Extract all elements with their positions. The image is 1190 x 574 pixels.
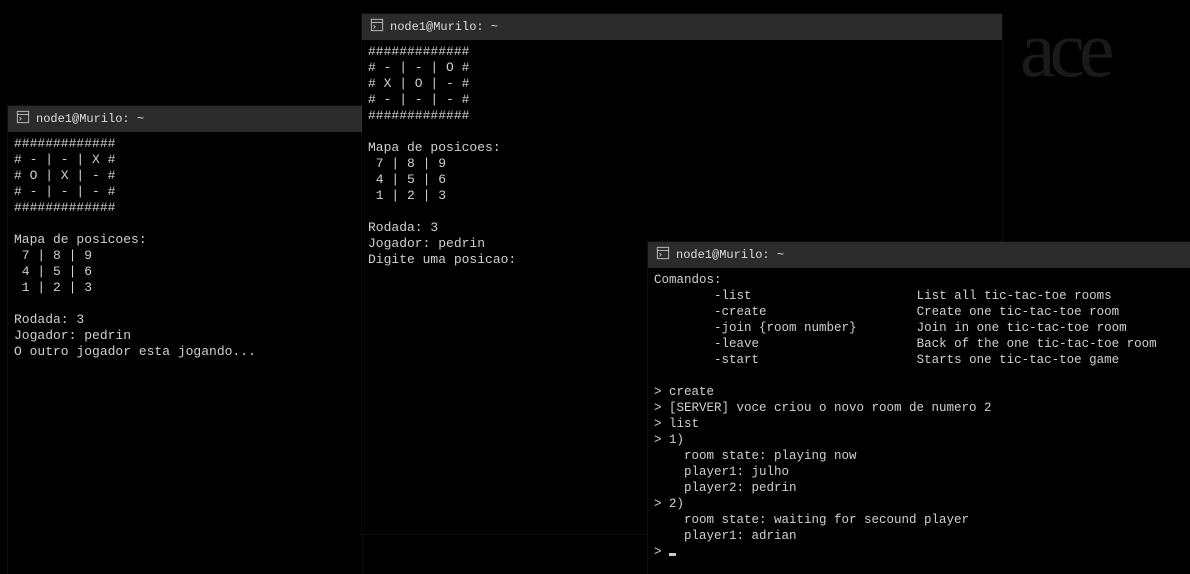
window-title: node1@Murilo: ~	[676, 248, 784, 262]
positions-heading: Mapa de posicoes:	[14, 232, 147, 247]
board-border: #############	[14, 200, 115, 215]
commands-heading: Comandos:	[654, 273, 722, 287]
log-line: player2: pedrin	[654, 481, 797, 495]
input-prompt: Digite uma posicao:	[368, 252, 516, 267]
player-label: Jogador: pedrin	[368, 236, 485, 251]
positions-row: 7 | 8 | 9	[368, 156, 446, 171]
terminal-content[interactable]: ############# # - | - | O # # X | O | - …	[362, 40, 1002, 272]
cursor-icon	[669, 553, 676, 556]
log-line: > 1)	[654, 433, 684, 447]
background-decoration: ace	[1020, 0, 1190, 230]
command-row: -list List all tic-tac-toe rooms	[654, 289, 1112, 303]
terminal-window-right[interactable]: node1@Murilo: ~ Comandos: -list List all…	[648, 242, 1190, 574]
positions-row: 7 | 8 | 9	[14, 248, 92, 263]
round-label: Rodada: 3	[368, 220, 438, 235]
board-row: # - | - | O #	[368, 60, 469, 75]
board-row: # - | - | - #	[14, 184, 115, 199]
positions-row: 1 | 2 | 3	[14, 280, 92, 295]
titlebar[interactable]: node1@Murilo: ~	[648, 242, 1190, 268]
terminal-icon	[16, 110, 30, 128]
log-line: > 2)	[654, 497, 684, 511]
positions-row: 1 | 2 | 3	[368, 188, 446, 203]
command-row: -leave Back of the one tic-tac-toe room	[654, 337, 1157, 351]
terminal-content[interactable]: ############# # - | - | X # # O | X | - …	[8, 132, 362, 364]
terminal-icon	[370, 18, 384, 36]
log-line: room state: waiting for secound player	[654, 513, 969, 527]
board-border: #############	[368, 108, 469, 123]
status-text: O outro jogador esta jogando...	[14, 344, 256, 359]
command-row: -create Create one tic-tac-toe room	[654, 305, 1119, 319]
window-title: node1@Murilo: ~	[36, 112, 144, 126]
positions-heading: Mapa de posicoes:	[368, 140, 501, 155]
log-line: > create	[654, 385, 714, 399]
log-line: player1: julho	[654, 465, 789, 479]
board-border: #############	[14, 136, 115, 151]
board-border: #############	[368, 44, 469, 59]
log-line: > [SERVER] voce criou o novo room de num…	[654, 401, 992, 415]
terminal-icon	[656, 246, 670, 264]
positions-row: 4 | 5 | 6	[368, 172, 446, 187]
positions-row: 4 | 5 | 6	[14, 264, 92, 279]
board-row: # X | O | - #	[368, 76, 469, 91]
command-row: -start Starts one tic-tac-toe game	[654, 353, 1119, 367]
window-title: node1@Murilo: ~	[390, 20, 498, 34]
log-line: room state: playing now	[654, 449, 857, 463]
terminal-window-left[interactable]: node1@Murilo: ~ ############# # - | - | …	[8, 106, 362, 574]
terminal-content[interactable]: Comandos: -list List all tic-tac-toe roo…	[648, 268, 1190, 564]
command-row: -join {room number} Join in one tic-tac-…	[654, 321, 1127, 335]
titlebar[interactable]: node1@Murilo: ~	[8, 106, 362, 132]
board-row: # - | - | - #	[368, 92, 469, 107]
round-label: Rodada: 3	[14, 312, 84, 327]
log-line: > list	[654, 417, 699, 431]
log-line: player1: adrian	[654, 529, 797, 543]
board-row: # O | X | - #	[14, 168, 115, 183]
prompt-line[interactable]: >	[654, 545, 676, 559]
titlebar[interactable]: node1@Murilo: ~	[362, 14, 1002, 40]
board-row: # - | - | X #	[14, 152, 115, 167]
player-label: Jogador: pedrin	[14, 328, 131, 343]
